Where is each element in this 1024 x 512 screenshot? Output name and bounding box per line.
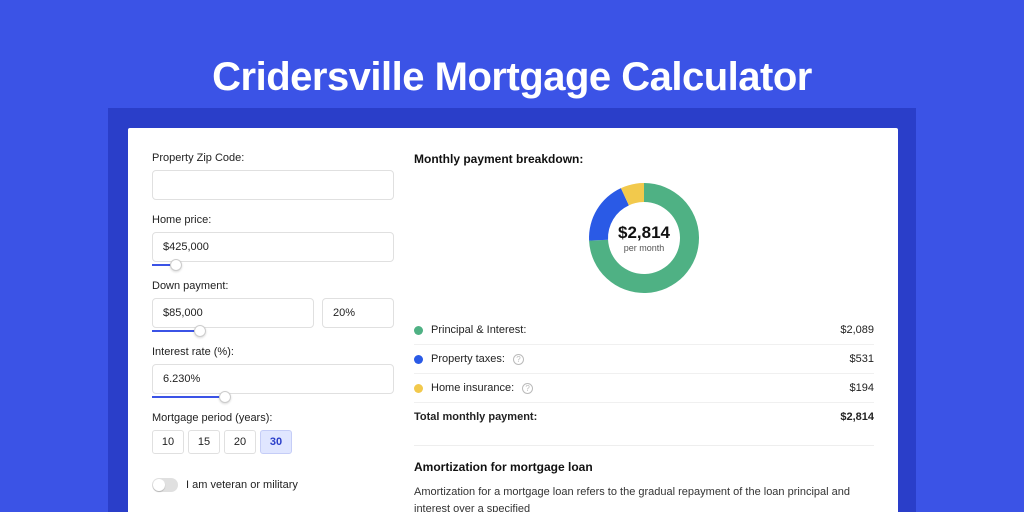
total-value: $2,814: [840, 411, 874, 423]
home-price-input[interactable]: [152, 232, 394, 262]
donut-center-sub: per month: [618, 243, 670, 253]
results-column: Monthly payment breakdown: $2,814 per mo…: [414, 152, 874, 488]
calculator-card: Property Zip Code: Home price: Down paym…: [128, 128, 898, 512]
info-icon[interactable]: ?: [522, 383, 533, 394]
zip-label: Property Zip Code:: [152, 152, 394, 164]
legend-item-label: Principal & Interest:: [431, 324, 526, 336]
legend-row: Principal & Interest: $2,089: [414, 316, 874, 344]
legend-item-value: $531: [850, 353, 874, 365]
legend-item-label: Property taxes:: [431, 353, 505, 365]
mortgage-period-option-20[interactable]: 20: [224, 430, 256, 454]
down-payment-input[interactable]: [152, 298, 314, 328]
interest-rate-input[interactable]: [152, 364, 394, 394]
mortgage-period-option-10[interactable]: 10: [152, 430, 184, 454]
donut-center-amount: $2,814: [618, 223, 670, 243]
breakdown-donut-chart: $2,814 per month: [584, 178, 704, 298]
veteran-toggle[interactable]: [152, 478, 178, 492]
down-payment-slider[interactable]: [152, 330, 394, 332]
down-payment-label: Down payment:: [152, 280, 394, 292]
down-payment-pct-input[interactable]: [322, 298, 394, 328]
mortgage-period-label: Mortgage period (years):: [152, 412, 394, 424]
legend-dot-icon: [414, 326, 423, 335]
info-icon[interactable]: ?: [513, 354, 524, 365]
home-price-label: Home price:: [152, 214, 394, 226]
form-column: Property Zip Code: Home price: Down paym…: [152, 152, 394, 488]
total-label: Total monthly payment:: [414, 411, 537, 423]
amortization-heading: Amortization for mortgage loan: [414, 460, 874, 474]
breakdown-heading: Monthly payment breakdown:: [414, 152, 874, 166]
veteran-toggle-label: I am veteran or military: [186, 479, 298, 491]
mortgage-period-option-30[interactable]: 30: [260, 430, 292, 454]
interest-rate-label: Interest rate (%):: [152, 346, 394, 358]
page-title: Cridersville Mortgage Calculator: [0, 55, 1024, 100]
legend-row: Property taxes:? $531: [414, 344, 874, 373]
legend-row: Home insurance:? $194: [414, 373, 874, 402]
home-price-slider[interactable]: [152, 264, 394, 266]
legend-dot-icon: [414, 384, 423, 393]
zip-input[interactable]: [152, 170, 394, 200]
legend-item-value: $2,089: [840, 324, 874, 336]
interest-rate-slider[interactable]: [152, 396, 394, 398]
amortization-body: Amortization for a mortgage loan refers …: [414, 484, 874, 512]
legend-dot-icon: [414, 355, 423, 364]
mortgage-period-option-15[interactable]: 15: [188, 430, 220, 454]
legend-item-label: Home insurance:: [431, 382, 514, 394]
legend-item-value: $194: [850, 382, 874, 394]
